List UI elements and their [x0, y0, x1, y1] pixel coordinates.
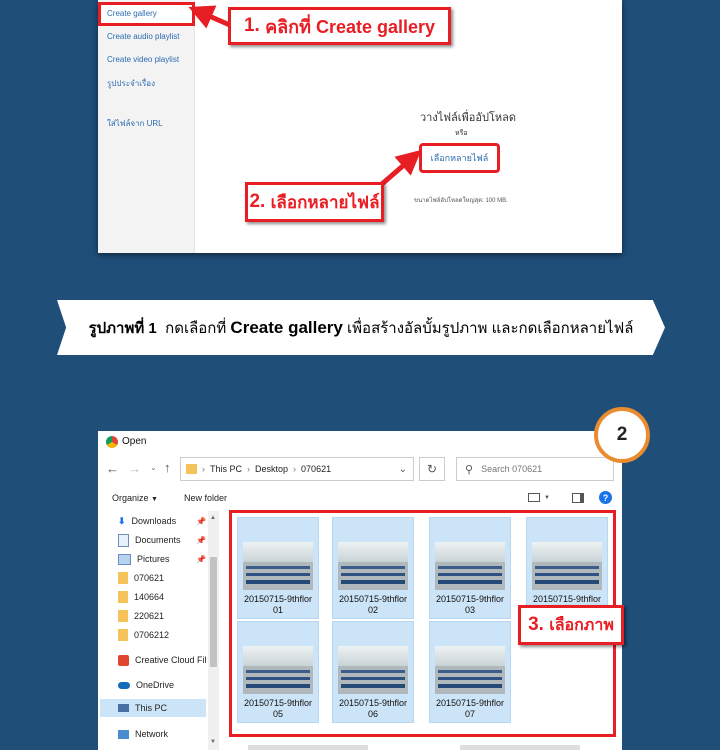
caption-strong: Create gallery — [230, 317, 343, 337]
nav-label: 220621 — [134, 611, 165, 621]
callout-2-number: 2. — [249, 191, 266, 212]
download-icon: ⬇ — [118, 515, 126, 526]
view-options-icon[interactable] — [528, 493, 540, 502]
folder-icon — [118, 610, 128, 622]
up-arrow-icon[interactable]: ↑ — [164, 460, 171, 475]
callout-2-text: เลือกหลายไฟล์ — [270, 192, 380, 212]
callout-step-1: 1. คลิกที่ Create gallery — [228, 7, 451, 45]
nav-label: This PC — [135, 703, 168, 713]
folder-icon — [118, 629, 128, 641]
nav-label: Documents — [135, 535, 181, 545]
search-input[interactable]: ⚲ Search 070621 — [456, 457, 614, 481]
nav-item-folder-0706212[interactable]: 0706212 — [118, 627, 169, 643]
pin-icon: 📌 — [196, 516, 206, 526]
scrollbar-thumb[interactable] — [210, 557, 217, 667]
creative-cloud-icon — [118, 654, 129, 666]
view-dropdown-icon[interactable]: ▼ — [544, 495, 550, 501]
recent-dropdown-icon[interactable]: ⌄ — [150, 463, 157, 472]
new-folder-button[interactable]: New folder — [184, 493, 227, 503]
nav-label: 0706212 — [134, 630, 170, 640]
nav-label: OneDrive — [136, 680, 175, 690]
breadcrumb-separator-icon: › — [202, 464, 205, 474]
callout-1-number: 1. — [243, 15, 260, 36]
bottom-field — [248, 745, 368, 750]
organize-menu[interactable]: Organize ▼ — [112, 493, 158, 503]
pc-icon — [118, 704, 129, 712]
network-icon — [118, 729, 129, 739]
nav-label: Downloads — [131, 516, 177, 526]
nav-item-folder-070621[interactable]: 070621 — [118, 570, 164, 586]
callout-3-text: เลือกภาพ — [549, 616, 614, 634]
nav-item-folder-220621[interactable]: 220621 — [118, 608, 164, 624]
nav-item-folder-140664[interactable]: 140664 — [118, 589, 164, 605]
nav-scrollbar[interactable]: ▲ ▼ — [208, 511, 219, 750]
nav-item-onedrive[interactable]: OneDrive — [118, 677, 174, 693]
folder-icon — [186, 464, 197, 474]
caption-prefix: รูปภาพที่ 1 — [88, 319, 157, 337]
nav-item-documents[interactable]: Documents 📌 — [118, 532, 206, 548]
chrome-icon — [106, 436, 118, 448]
onedrive-icon — [118, 681, 130, 689]
pin-icon: 📌 — [196, 554, 206, 564]
nav-item-network[interactable]: Network — [118, 726, 168, 742]
search-placeholder: Search 070621 — [481, 464, 543, 474]
caret-down-icon: ▼ — [151, 496, 158, 503]
nav-label: 140664 — [134, 592, 165, 602]
breadcrumb-separator-icon: › — [293, 464, 297, 474]
forward-arrow-icon[interactable]: → — [128, 461, 141, 476]
caption-mid: กดเลือกที่ — [165, 319, 227, 337]
folder-icon — [118, 591, 128, 603]
nav-label: Network — [135, 729, 169, 739]
scroll-down-icon[interactable]: ▼ — [210, 739, 216, 745]
back-arrow-icon[interactable]: ← — [106, 461, 119, 476]
figure-caption: รูปภาพที่ 1 กดเลือกที่ Create gallery เพ… — [57, 300, 665, 355]
organize-label: Organize — [112, 493, 149, 503]
refresh-icon[interactable]: ↻ — [419, 457, 445, 481]
breadcrumb-070621[interactable]: 070621 — [301, 464, 331, 474]
nav-label: Creative Cloud Fil — [135, 655, 207, 665]
pin-icon: 📌 — [196, 535, 206, 545]
callout-3-number: 3. — [528, 614, 544, 635]
nav-item-this-pc[interactable]: This PC — [118, 700, 167, 716]
nav-label: 070621 — [134, 573, 165, 583]
caption-suffix: เพื่อสร้างอัลบั้มรูปภาพ และกดเลือกหลายไฟ… — [347, 319, 634, 337]
address-bar[interactable]: › This PC › Desktop › 070621 ⌄ — [180, 457, 414, 481]
address-dropdown-icon[interactable]: ⌄ — [399, 464, 407, 475]
nav-label: Pictures — [137, 554, 170, 564]
dialog-title: Open — [122, 436, 147, 447]
navigation-pane: ⬇ Downloads 📌 Documents 📌 Pictures 📌 070621 … — [98, 511, 218, 750]
scroll-up-icon[interactable]: ▲ — [210, 515, 216, 521]
bottom-button — [460, 745, 580, 750]
pictures-icon — [118, 553, 131, 565]
breadcrumb-separator-icon: › — [247, 464, 251, 474]
callout-step-3: 3. เลือกภาพ — [518, 605, 624, 645]
breadcrumb-desktop[interactable]: Desktop — [255, 464, 288, 474]
breadcrumb-this-pc[interactable]: This PC — [210, 464, 242, 474]
folder-icon — [118, 572, 128, 584]
search-icon: ⚲ — [465, 463, 474, 476]
nav-item-creative-cloud[interactable]: Creative Cloud Fil — [118, 652, 207, 668]
callout-1-text: คลิกที่ Create gallery — [265, 16, 436, 37]
nav-item-pictures[interactable]: Pictures 📌 — [118, 551, 206, 567]
preview-pane-icon[interactable] — [572, 493, 584, 503]
step-badge: 2 — [594, 407, 650, 463]
help-icon[interactable]: ? — [599, 491, 612, 504]
document-icon — [118, 533, 129, 547]
callout-step-2: 2. เลือกหลายไฟล์ — [245, 182, 384, 222]
nav-item-downloads[interactable]: ⬇ Downloads 📌 — [118, 513, 206, 529]
